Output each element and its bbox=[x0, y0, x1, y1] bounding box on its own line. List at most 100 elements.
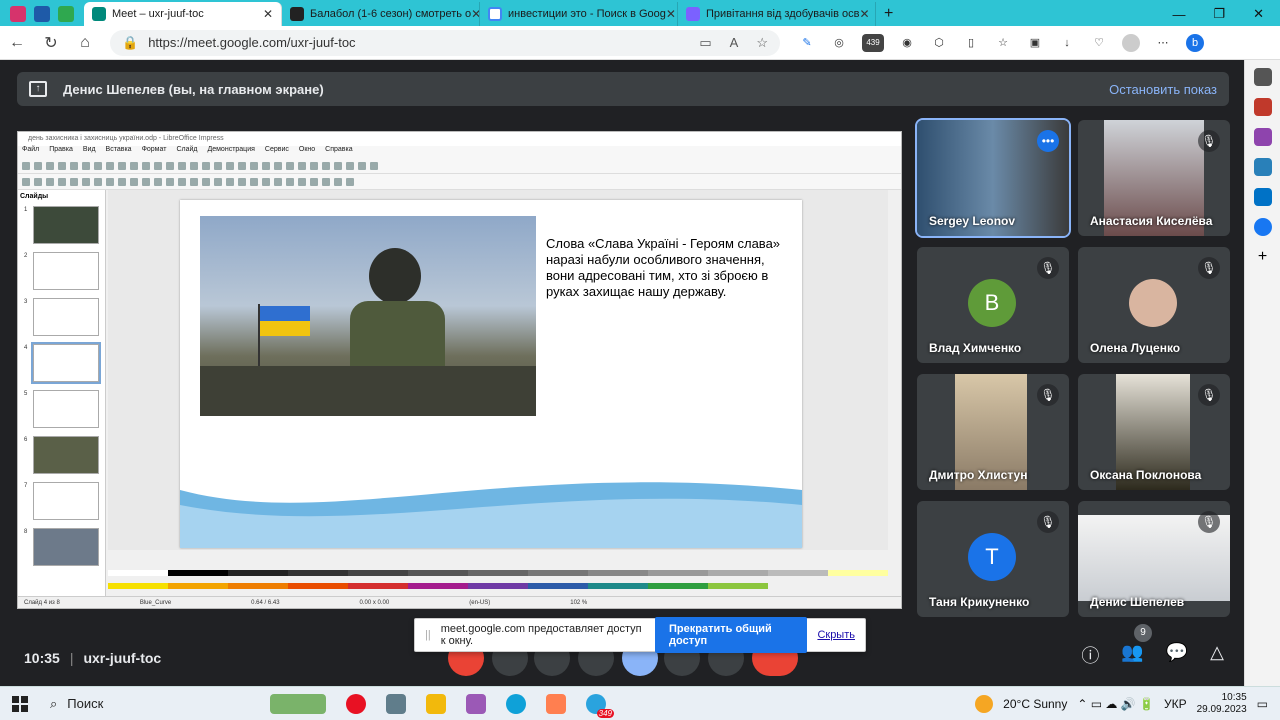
participant-tile[interactable]: ••• Sergey Leonov bbox=[915, 118, 1071, 238]
color-palette[interactable] bbox=[108, 570, 888, 596]
menu-insert[interactable]: Вставка bbox=[106, 146, 132, 158]
tools-icon[interactable] bbox=[1253, 128, 1272, 146]
facebook-icon[interactable] bbox=[1253, 218, 1272, 236]
slide-thumb[interactable]: 3 bbox=[24, 298, 99, 336]
participant-tile[interactable]: 🎙 Анастасия Киселёва bbox=[1078, 120, 1230, 236]
info-icon[interactable]: ⓘ bbox=[1081, 642, 1099, 668]
menu-slideshow[interactable]: Демонстрация bbox=[207, 146, 254, 158]
extension-badge-icon[interactable]: 439 bbox=[862, 33, 884, 52]
zoom-level[interactable]: 102 % bbox=[570, 597, 587, 608]
stop-presenting-button[interactable]: Остановить показ bbox=[1109, 82, 1217, 97]
tab-greetings[interactable]: Привітання від здобувачів осв ✕ bbox=[678, 2, 876, 26]
read-aloud-icon[interactable]: A bbox=[730, 35, 739, 51]
drag-handle-icon[interactable]: || bbox=[425, 629, 431, 641]
close-window-icon[interactable]: ✕ bbox=[1253, 6, 1264, 22]
maximize-icon[interactable]: ❐ bbox=[1213, 6, 1225, 22]
menu-file[interactable]: Файл bbox=[22, 146, 39, 158]
slide-thumb[interactable]: 5 bbox=[24, 390, 99, 428]
downloads-icon[interactable]: ↓ bbox=[1058, 34, 1076, 52]
workspaces-icon[interactable] bbox=[10, 6, 26, 22]
close-tab-icon[interactable]: ✕ bbox=[263, 7, 273, 21]
split-screen-icon[interactable]: ▯ bbox=[962, 34, 980, 52]
edge-icon[interactable] bbox=[506, 693, 526, 714]
slide-thumb[interactable]: 1 bbox=[24, 206, 99, 244]
checkbox-icon[interactable] bbox=[58, 6, 74, 22]
close-tab-icon[interactable]: ✕ bbox=[859, 7, 869, 21]
office-icon[interactable] bbox=[1253, 158, 1272, 176]
tray-icons[interactable]: ⌃ ▭ ☁ 🔊 🔋 bbox=[1077, 697, 1154, 711]
opera-icon[interactable] bbox=[346, 693, 366, 714]
taskbar-clock[interactable]: 10:35 29.09.2023 bbox=[1197, 692, 1247, 716]
extension-pen-icon[interactable]: ✎ bbox=[798, 34, 816, 52]
weather-text[interactable]: 20°C Sunny bbox=[1003, 697, 1067, 711]
slide-thumb[interactable]: 8 bbox=[24, 528, 99, 566]
browser-essentials-icon[interactable]: ♡ bbox=[1090, 34, 1108, 52]
minimize-icon[interactable]: — bbox=[1172, 7, 1185, 22]
telegram-icon[interactable]: 349 bbox=[586, 693, 614, 718]
favorite-star-icon[interactable]: ☆ bbox=[756, 35, 768, 51]
collections-icon[interactable]: ▣ bbox=[1026, 34, 1044, 52]
input-language[interactable]: УКР bbox=[1164, 697, 1187, 711]
participant-tile[interactable]: 🎙 В Влад Химченко bbox=[917, 247, 1069, 363]
windows-start-icon[interactable] bbox=[12, 695, 28, 712]
participant-tile[interactable]: 🎙 Оксана Поклонова bbox=[1078, 374, 1230, 490]
url-bar[interactable]: 🔒 https://meet.google.com/uxr-juuf-toc ▭… bbox=[110, 29, 780, 56]
participant-tile[interactable]: 🎙 T Таня Крикуненко bbox=[917, 501, 1069, 617]
hide-link[interactable]: Скрыть bbox=[817, 629, 855, 641]
menu-view[interactable]: Вид bbox=[83, 146, 96, 158]
menu-format[interactable]: Формат bbox=[142, 146, 167, 158]
menu-tools[interactable]: Сервис bbox=[265, 146, 289, 158]
profile-icon[interactable] bbox=[1122, 33, 1140, 52]
impress-statusbar: Слайд 4 из 8 Blue_Curve 0.64 / 6.43 0.00… bbox=[18, 596, 901, 608]
shopping-icon[interactable] bbox=[1253, 98, 1272, 116]
instagram-icon[interactable]: ◎ bbox=[830, 34, 848, 52]
style-name: Blue_Curve bbox=[139, 600, 172, 606]
notifications-icon[interactable]: ▭ bbox=[1257, 697, 1268, 711]
participant-tile[interactable]: 🎙 Денис Шепелев bbox=[1078, 501, 1230, 617]
tab-balabol[interactable]: Балабол (1-6 сезон) смотреть о ✕ bbox=[282, 2, 480, 26]
screenshot-icon[interactable]: ◉ bbox=[898, 34, 916, 52]
camera-icon[interactable]: ▭ bbox=[699, 35, 711, 51]
menu-slide[interactable]: Слайд bbox=[176, 146, 197, 158]
search-icon[interactable] bbox=[1253, 68, 1272, 86]
tab-meet[interactable]: Meet – uxr-juuf-toc ✕ bbox=[84, 2, 282, 26]
taskbar-search[interactable]: ⌕ Поиск bbox=[50, 696, 190, 712]
favorites-icon[interactable]: ☆ bbox=[994, 34, 1012, 52]
stop-sharing-button[interactable]: Прекратить общий доступ bbox=[655, 617, 808, 653]
participant-tile[interactable]: 🎙 Олена Луценко bbox=[1078, 247, 1230, 363]
weather-icon[interactable] bbox=[975, 694, 994, 713]
new-tab-button[interactable]: + bbox=[876, 2, 906, 26]
slide-thumb[interactable]: 6 bbox=[24, 436, 99, 474]
reload-icon[interactable]: ↻ bbox=[34, 33, 68, 53]
widgets-icon[interactable] bbox=[270, 693, 326, 714]
slide-thumb[interactable]: 2 bbox=[24, 252, 99, 290]
chat-icon[interactable]: 💬 bbox=[1166, 642, 1188, 668]
add-icon[interactable]: + bbox=[1254, 248, 1272, 266]
menu-edit[interactable]: Правка bbox=[49, 146, 73, 158]
file-explorer-icon[interactable] bbox=[426, 693, 446, 714]
home-icon[interactable]: ⌂ bbox=[68, 34, 102, 52]
slide-body-text[interactable]: Слова «Слава Україні - Героям слава» нар… bbox=[546, 236, 796, 300]
impress-icon[interactable] bbox=[546, 693, 566, 714]
more-menu-icon[interactable]: ⋯ bbox=[1154, 34, 1172, 52]
extensions-icon[interactable]: ⬡ bbox=[930, 34, 948, 52]
outlook-icon[interactable] bbox=[1253, 188, 1272, 206]
lock-icon[interactable]: 🔒 bbox=[122, 35, 138, 51]
soldier-illustration bbox=[200, 248, 536, 416]
copilot-app-icon[interactable] bbox=[466, 693, 486, 714]
tab-google-search[interactable]: инвестиции это - Поиск в Goog ✕ bbox=[480, 2, 678, 26]
activities-icon[interactable]: △ bbox=[1210, 642, 1224, 668]
menu-window[interactable]: Окно bbox=[299, 146, 315, 158]
more-options-icon[interactable]: ••• bbox=[1037, 130, 1059, 152]
slide-thumb[interactable]: 7 bbox=[24, 482, 99, 520]
calculator-icon[interactable] bbox=[386, 693, 406, 714]
participant-tile[interactable]: 🎙 Дмитро Хлистун bbox=[917, 374, 1069, 490]
close-tab-icon[interactable]: ✕ bbox=[666, 7, 676, 21]
close-tab-icon[interactable]: ✕ bbox=[471, 7, 479, 21]
people-icon[interactable]: 👥 bbox=[1121, 642, 1143, 668]
copilot-icon[interactable]: b bbox=[1186, 33, 1204, 52]
back-icon[interactable]: ← bbox=[0, 34, 34, 52]
menu-help[interactable]: Справка bbox=[325, 146, 352, 158]
collections-icon[interactable] bbox=[34, 6, 50, 22]
slide-thumb-selected[interactable]: 4 bbox=[24, 342, 101, 384]
